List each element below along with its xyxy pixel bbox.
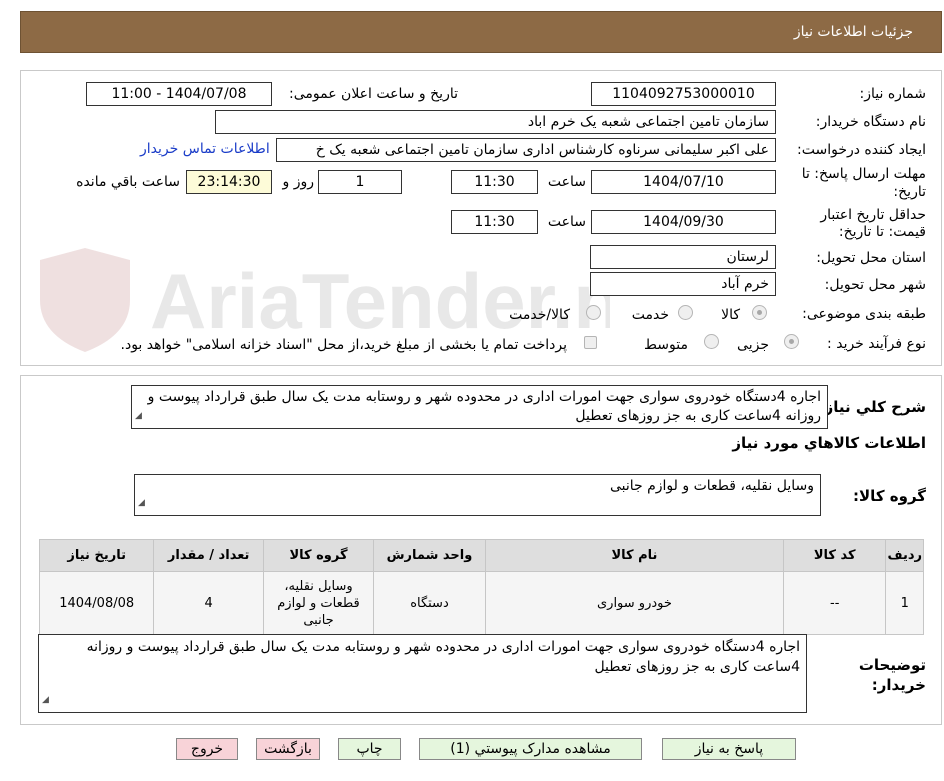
days-field[interactable]: 1 [318, 170, 402, 194]
validity-label: حداقل تاریخ اعتبار [820, 207, 926, 223]
creator-field[interactable]: علی اکبر سلیمانی سرناوه کارشناس اداری سا… [276, 138, 776, 162]
category-option-service: خدمت [631, 307, 669, 323]
deadline-date-field[interactable]: 1404/07/10 [591, 170, 776, 194]
buyer-org-field[interactable]: سازمان تامین اجتماعی شعبه یک خرم اباد [215, 110, 776, 134]
back-button[interactable]: بازگشت [256, 738, 320, 760]
summary-text: اجاره 4دستگاه خودروی سواری جهت امورات اد… [147, 389, 821, 424]
process-label: نوع فرآیند خرید : [827, 336, 926, 352]
city-label: شهر محل تحویل: [824, 277, 926, 293]
col-unit-header: واحد شمارش [373, 539, 486, 572]
page-title: جزئیات اطلاعات نیاز [793, 24, 913, 40]
col-group-header: گروه کالا [262, 539, 375, 572]
cell-name: خودرو سواری [484, 571, 784, 635]
process-radio-partial[interactable] [784, 334, 799, 349]
col-qty-header: تعداد / مقدار [153, 539, 264, 572]
payment-checkbox[interactable] [584, 336, 597, 349]
remaining-time-field: 23:14:30 [186, 170, 272, 194]
buyer-org-label: نام دستگاه خریدار: [815, 114, 926, 130]
summary-textarea[interactable]: اجاره 4دستگاه خودروی سواری جهت امورات اد… [131, 385, 828, 429]
category-radio-goods[interactable] [752, 305, 767, 320]
need-number-field[interactable]: 1104092753000010 [591, 82, 776, 106]
deadline-time-label: ساعت [547, 174, 586, 190]
table-row: 1 -- خودرو سواری دستگاه وسایل نقلیه، قطع… [38, 571, 924, 635]
view-documents-button[interactable]: مشاهده مدارک پیوستي (1) [419, 738, 642, 760]
need-number-label: شماره نیاز: [859, 86, 927, 102]
reply-button[interactable]: پاسخ به نیاز [662, 738, 796, 760]
cell-code: -- [782, 571, 887, 635]
notes-label-buyer: خریدار: [871, 676, 926, 694]
payment-note: پرداخت تمام یا بخشی از مبلغ خرید،از محل … [120, 337, 567, 353]
cell-row: 1 [885, 571, 924, 635]
deadline-time-field[interactable]: 11:30 [451, 170, 538, 194]
col-date-header: تاریخ نیاز [38, 539, 155, 572]
cell-date: 1404/08/08 [38, 571, 155, 635]
validity-date-field[interactable]: 1404/09/30 [591, 210, 776, 234]
process-option-medium: متوسط [644, 337, 688, 353]
creator-label: ایجاد کننده درخواست: [797, 142, 926, 158]
resize-grip-icon[interactable]: ◢ [138, 494, 145, 513]
notes-text: اجاره 4دستگاه خودروی سواری جهت امورات اد… [86, 639, 800, 675]
process-option-partial: جزیی [737, 337, 769, 353]
contact-buyer-link[interactable]: اطلاعات تماس خریدار [140, 141, 270, 157]
city-field[interactable]: خرم آباد [590, 272, 776, 296]
print-button[interactable]: چاپ [338, 738, 401, 760]
goods-group-text: وسایل نقلیه، قطعات و لوازم جانبی [609, 478, 814, 494]
deadline-label: مهلت ارسال پاسخ: تا [801, 166, 926, 182]
exit-button[interactable]: خروج [176, 738, 238, 760]
validity-label-date: قیمت: تا تاریخ: [838, 224, 926, 240]
resize-grip-icon[interactable]: ◢ [135, 407, 142, 426]
table-header-row: ردیف کد کالا نام کالا واحد شمارش گروه کا… [38, 539, 924, 572]
goods-section-title: اطلاعات کالاهاي مورد نياز [732, 434, 926, 452]
col-row-header: ردیف [885, 539, 924, 572]
goods-group-label: گروه کالا: [853, 487, 926, 505]
validity-time-field[interactable]: 11:30 [451, 210, 538, 234]
resize-grip-icon[interactable]: ◢ [42, 690, 49, 710]
announce-field[interactable]: 1404/07/08 - 11:00 [86, 82, 272, 106]
validity-time-label: ساعت [547, 214, 586, 230]
summary-label: شرح کلي نياز: [818, 398, 926, 416]
items-table: ردیف کد کالا نام کالا واحد شمارش گروه کا… [38, 539, 924, 635]
announce-label: تاریخ و ساعت اعلان عمومی: [289, 86, 458, 102]
category-radio-goods-service[interactable] [586, 305, 601, 320]
col-name-header: نام کالا [484, 539, 784, 572]
cell-group: وسایل نقلیه، قطعات و لوازم جانبی [262, 571, 375, 635]
process-radio-medium[interactable] [704, 334, 719, 349]
page-header: جزئیات اطلاعات نیاز [20, 11, 942, 53]
notes-textarea[interactable]: اجاره 4دستگاه خودروی سواری جهت امورات اد… [38, 634, 807, 713]
cell-unit: دستگاه [373, 571, 486, 635]
notes-label: توضیحات [858, 656, 926, 674]
category-radio-service[interactable] [678, 305, 693, 320]
category-option-goods-service: کالا/خدمت [509, 307, 570, 323]
category-label: طبقه بندی موضوعی: [802, 306, 926, 322]
goods-group-textarea[interactable]: وسایل نقلیه، قطعات و لوازم جانبی ◢ [134, 474, 821, 516]
province-label: استان محل تحویل: [816, 250, 926, 266]
remaining-label: ساعت باقي مانده [76, 174, 180, 190]
days-label: روز و [282, 174, 315, 190]
category-option-goods: کالا [721, 307, 740, 323]
deadline-label-date: تاریخ: [893, 184, 926, 200]
province-field[interactable]: لرستان [590, 245, 776, 269]
cell-qty: 4 [153, 571, 264, 635]
col-code-header: کد کالا [782, 539, 887, 572]
